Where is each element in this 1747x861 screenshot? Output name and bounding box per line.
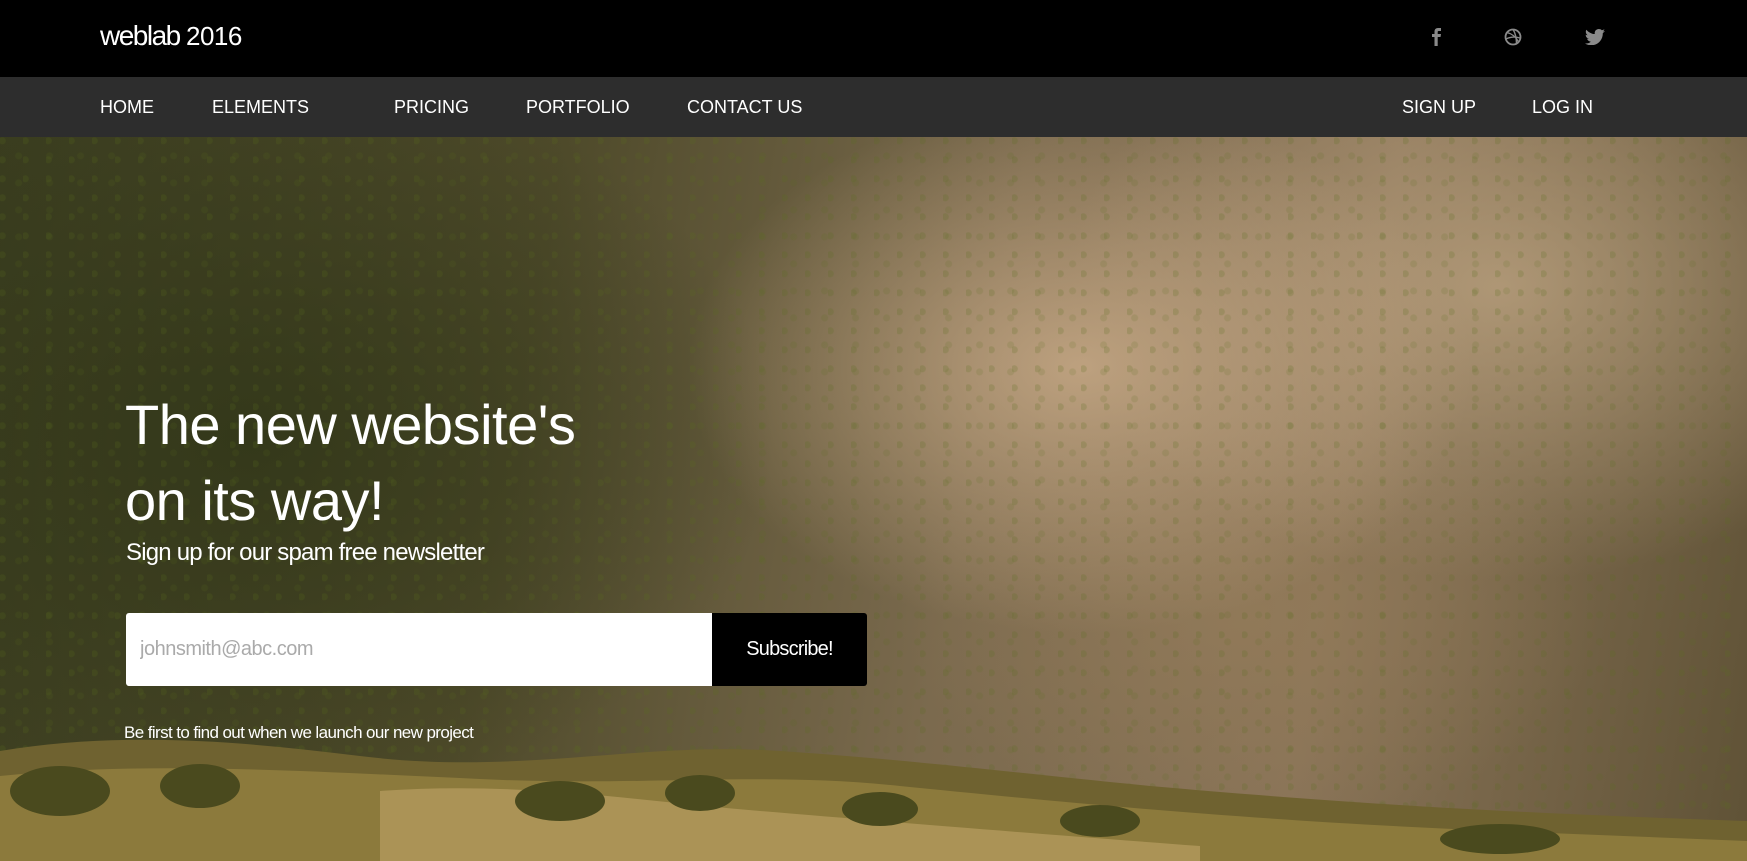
headline-line-2: on its way! [125, 469, 385, 532]
dribbble-icon[interactable] [1502, 26, 1524, 48]
facebook-icon[interactable] [1425, 26, 1447, 48]
nav-contact-us[interactable]: CONTACT US [687, 77, 802, 137]
top-bar: weblab 2016 [0, 0, 1747, 77]
headline-line-1: The new website's [125, 393, 576, 456]
main-nav: HOME ELEMENTS PRICING PORTFOLIO CONTACT … [0, 77, 1747, 137]
nav-pricing[interactable]: PRICING [394, 77, 469, 137]
nav-log-in[interactable]: LOG IN [1532, 77, 1593, 137]
brand-logo[interactable]: weblab 2016 [100, 20, 242, 52]
email-input[interactable] [126, 613, 712, 686]
nav-sign-up[interactable]: SIGN UP [1402, 77, 1476, 137]
twitter-icon[interactable] [1584, 26, 1606, 48]
nav-elements[interactable]: ELEMENTS [212, 77, 309, 137]
subscribe-button[interactable]: Subscribe! [712, 613, 867, 686]
launch-note: Be first to find out when we launch our … [124, 723, 474, 742]
nav-home[interactable]: HOME [100, 77, 154, 137]
hillside-illustration [0, 739, 1747, 861]
nav-portfolio[interactable]: PORTFOLIO [526, 77, 630, 137]
hero-subline: Sign up for our spam free newsletter [126, 539, 485, 566]
brand-year: 2016 [186, 21, 242, 51]
brand-name: weblab [100, 20, 181, 51]
hero-headline: The new website's on its way! [125, 387, 825, 539]
